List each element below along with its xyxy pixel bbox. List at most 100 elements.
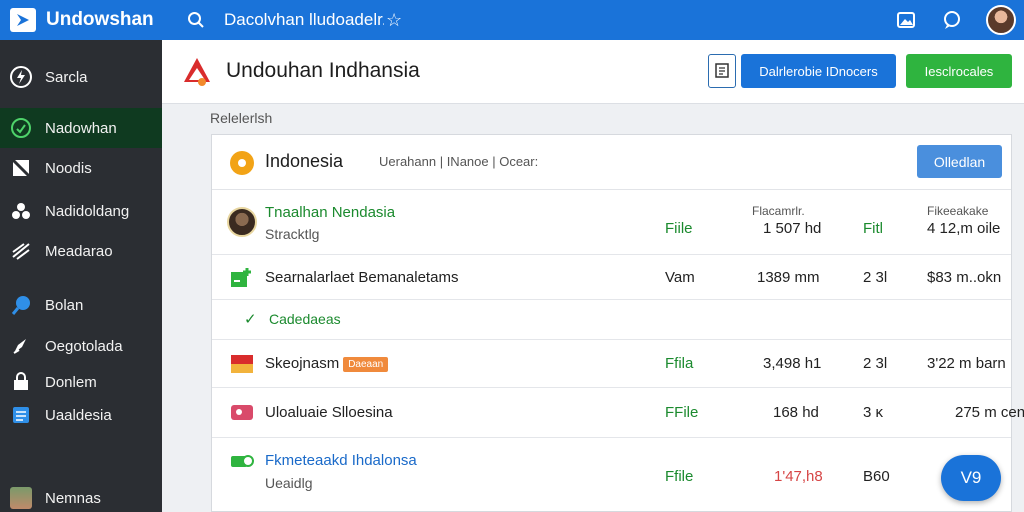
whatsapp-icon — [10, 117, 32, 139]
panel-header: Indonesia Uerahann | INanoe | Ocear: Oll… — [212, 135, 1011, 190]
sidebar-item-label: Nadidoldang — [45, 202, 130, 220]
row-type: Ffile — [665, 468, 694, 485]
row-size: 1'47,h8 — [774, 468, 823, 485]
row-name-wrap[interactable]: Skeojnasm Daeaan — [265, 355, 389, 372]
top-bar: Undowshan ☆ — [0, 0, 1024, 40]
row-size: 168 hd — [773, 404, 819, 421]
lock-icon — [10, 371, 32, 393]
page-title: Undouhan Indhansia — [226, 59, 420, 82]
column-header-b: Fikeeakake — [927, 204, 989, 218]
row-subtitle: Ueaidlg — [265, 475, 313, 491]
row-type: FFile — [665, 404, 699, 421]
money-icon — [230, 450, 254, 472]
row-name[interactable]: Searnalarlaet Bemanaletams — [265, 269, 458, 286]
chat-icon[interactable] — [940, 8, 964, 32]
row-value: $83 m..okn — [927, 269, 1002, 286]
sidebar-item-nemnas[interactable]: Nemnas — [0, 478, 162, 512]
star-icon[interactable]: ☆ — [386, 10, 402, 31]
app-logo-icon — [180, 54, 214, 88]
search-bar: ☆ — [186, 10, 402, 31]
row-kind: B60 — [863, 468, 890, 485]
sidebar: Sarcla Nadowhan Noodis Nadidoldang Meada… — [0, 40, 162, 512]
sidebar-item-label: Donlem — [45, 373, 97, 391]
table-row[interactable]: Searnalarlaet Bemanaletams Vam 1389 mm 2… — [212, 255, 1011, 300]
status-badge: Daeaan — [343, 356, 389, 372]
flag-icon — [230, 353, 254, 375]
panel-meta: Uerahann | INanoe | Ocear: — [379, 154, 539, 169]
table-row[interactable]: Skeojnasm Daeaan Ffila 3,498 h1 2 3l 3'22… — [212, 340, 1011, 388]
floating-action-button[interactable]: V9 — [941, 455, 1001, 501]
search-input[interactable] — [224, 10, 384, 30]
sidebar-item-label: Nadowhan — [45, 119, 117, 137]
row-kind: 2 3l — [863, 269, 888, 286]
row-size: 3,498 h1 — [763, 355, 822, 372]
sidebar-item-uaaldesia[interactable]: Uaaldesia — [0, 395, 162, 435]
play-triangle-icon — [10, 8, 36, 32]
pin-icon — [10, 294, 32, 316]
clipboard-icon — [715, 62, 729, 81]
user-thumbnail — [10, 487, 32, 509]
row-name[interactable]: Fkmeteaakd Ihdalonsa — [265, 452, 417, 469]
row-kind: 2 3l — [863, 355, 888, 372]
sidebar-item-label: Noodis — [45, 159, 92, 177]
sidebar-item-meadarao[interactable]: Meadarao — [0, 231, 162, 271]
sidebar-item-label: Oegotolada — [45, 337, 123, 355]
row-value: 4 12,m oile — [927, 220, 1001, 237]
row-kind: Fitl — [863, 220, 883, 237]
row-subtitle: Stracktlg — [265, 226, 320, 242]
document-icon — [10, 404, 32, 426]
row-name: Skeojnasm — [265, 355, 340, 372]
files-panel: Indonesia Uerahann | INanoe | Ocear: Oll… — [211, 134, 1024, 512]
row-size: 1389 mm — [757, 269, 820, 286]
green-action-button[interactable]: Iesclrocales — [906, 54, 1012, 88]
sidebar-item-label: Uaaldesia — [45, 406, 112, 424]
table-row[interactable]: Tnaalhan Nendasia Stracktlg Flacamrlr. F… — [212, 190, 1011, 255]
sidebar-item-nadidoldang[interactable]: Nadidoldang — [0, 191, 162, 231]
table-row[interactable]: Uloaluaie Slloesina FFile 168 hd 3 ĸ 275… — [212, 388, 1024, 438]
status-row: ✓ Cadedaeas — [212, 300, 1011, 340]
column-header-a: Flacamrlr. — [752, 204, 805, 218]
bolt-icon — [10, 66, 32, 88]
section-label: Relelerlsh — [210, 110, 273, 126]
cluster-icon — [10, 200, 32, 222]
wind-icon — [10, 240, 32, 262]
check-icon: ✓ — [244, 311, 257, 328]
brand-name: Undowshan — [46, 9, 154, 30]
sidebar-item-label: Sarcla — [45, 68, 88, 86]
row-name[interactable]: Uloaluaie Slloesina — [265, 404, 393, 421]
top-actions — [894, 0, 1016, 40]
table-row[interactable]: Fkmeteaakd Ihdalonsa Ueaidlg Ffile 1'47,… — [212, 438, 1011, 511]
row-type: Ffila — [665, 355, 694, 372]
card-icon — [230, 402, 254, 424]
row-name[interactable]: Tnaalhan Nendasia — [265, 204, 395, 221]
page-header: Undouhan Indhansia Dalrlerobie IDnocers … — [162, 40, 1024, 104]
sidebar-item-label: Meadarao — [45, 242, 113, 260]
panel-title: Indonesia — [265, 151, 344, 171]
sidebar-item-nadowhan[interactable]: Nadowhan — [0, 108, 162, 148]
clipboard-button[interactable] — [708, 54, 736, 88]
sidebar-item-noodis[interactable]: Noodis — [0, 148, 162, 188]
primary-action-button[interactable]: Dalrlerobie IDnocers — [741, 54, 896, 88]
row-size: 1 507 hd — [763, 220, 822, 237]
brand[interactable]: Undowshan — [0, 8, 170, 32]
search-icon[interactable] — [186, 10, 206, 30]
sidebar-item-sarcla[interactable]: Sarcla — [0, 57, 162, 97]
sidebar-item-bolan[interactable]: Bolan — [0, 285, 162, 325]
note-icon — [10, 157, 32, 179]
sidebar-item-label: Nemnas — [45, 489, 101, 507]
panel-action-button[interactable]: Olledlan — [917, 145, 1002, 178]
row-kind: 3 ĸ — [863, 404, 884, 421]
row-type: Vam — [665, 269, 695, 286]
row-value: 3'22 m barn — [927, 355, 1006, 372]
image-icon[interactable] — [894, 8, 918, 32]
sidebar-item-label: Bolan — [45, 296, 84, 314]
row-type: Fiile — [665, 220, 693, 237]
user-avatar[interactable] — [986, 5, 1016, 35]
coin-icon — [230, 151, 254, 175]
add-file-icon — [230, 267, 254, 289]
row-value: 275 m cen — [955, 404, 1024, 421]
status-text: Cadedaeas — [269, 311, 341, 327]
sidebar-item-oegotolada[interactable]: Oegotolada — [0, 326, 162, 366]
rocket-icon — [10, 335, 32, 357]
avatar — [227, 207, 257, 237]
